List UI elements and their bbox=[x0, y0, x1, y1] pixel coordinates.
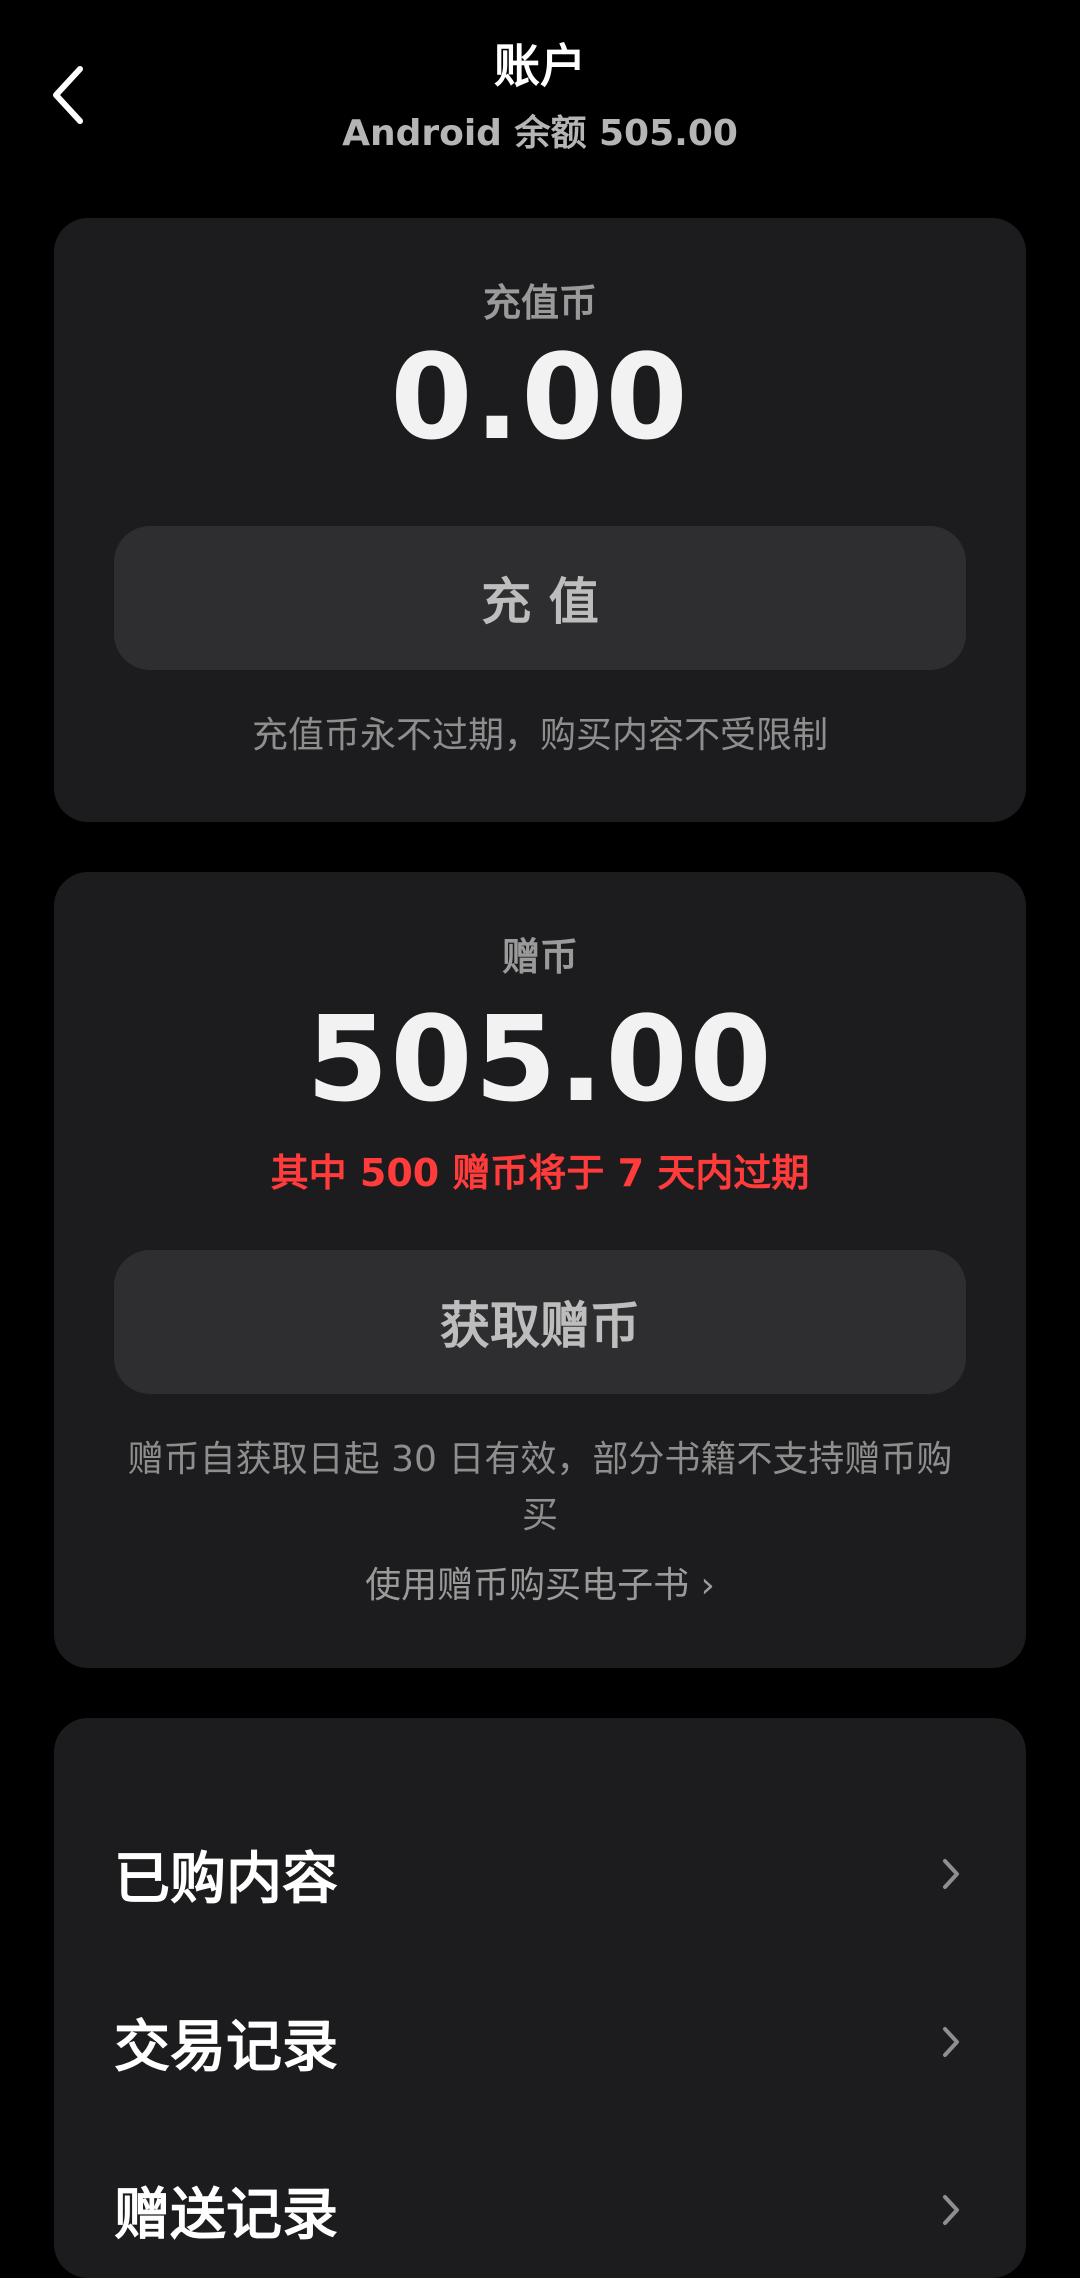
recharge-button[interactable]: 充 值 bbox=[114, 526, 966, 670]
recharge-coin-amount: 0.00 bbox=[390, 328, 690, 466]
chevron-right-icon bbox=[936, 1854, 966, 1894]
gift-coin-label: 赠币 bbox=[501, 935, 578, 979]
menu-item-label: 赠送记录 bbox=[114, 2182, 338, 2248]
expiry-warning: 其中 500 赠币将于 7 天内过期 bbox=[270, 1151, 810, 1195]
gift-coin-amount: 505.00 bbox=[306, 990, 774, 1128]
header: 账户 Android 余额 505.00 bbox=[0, 0, 1080, 190]
chevron-right-icon bbox=[936, 2022, 966, 2062]
balance-subtitle: Android 余额 505.00 bbox=[342, 113, 738, 154]
recharge-coin-label: 充值币 bbox=[482, 281, 597, 325]
menu-item-gift-records[interactable]: 赠送记录 bbox=[114, 2150, 966, 2270]
get-gift-coins-button[interactable]: 获取赠币 bbox=[114, 1250, 966, 1394]
chevron-right-icon bbox=[936, 2190, 966, 2230]
menu-item-purchased[interactable]: 已购内容 bbox=[114, 1814, 966, 1934]
page-title: 账户 bbox=[494, 39, 586, 93]
menu-item-transactions[interactable]: 交易记录 bbox=[114, 1982, 966, 2102]
menu-item-label: 交易记录 bbox=[114, 2014, 338, 2080]
gift-coin-note: 赠币自获取日起 30 日有效，部分书籍不支持赠币购买 bbox=[127, 1439, 953, 1536]
use-gift-coins-link[interactable]: 使用赠币购买电子书 › bbox=[54, 1556, 1026, 1608]
recharge-note: 充值币永不过期，购买内容不受限制 bbox=[251, 715, 828, 756]
recharge-coin-card: 充值币 0.00 充 值 充值币永不过期，购买内容不受限制 bbox=[54, 218, 1026, 822]
gift-coin-card: 赠币 505.00 其中 500 赠币将于 7 天内过期 获取赠币 赠币自获取日… bbox=[54, 872, 1026, 1668]
account-menu-card: 已购内容 交易记录 赠送记录 bbox=[54, 1718, 1026, 2278]
menu-item-label: 已购内容 bbox=[114, 1846, 338, 1912]
